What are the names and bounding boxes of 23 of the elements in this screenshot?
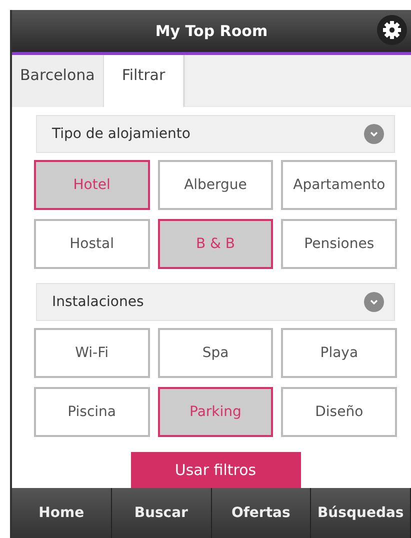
section-header[interactable]: Instalaciones	[36, 283, 395, 321]
chevron-down-icon	[364, 124, 384, 144]
filter-option[interactable]: Albergue	[158, 160, 274, 210]
section-title: Instalaciones	[52, 294, 144, 310]
filter-option[interactable]: Wi-Fi	[34, 328, 150, 378]
nav-item[interactable]: Buscar	[112, 488, 212, 538]
filter-option[interactable]: Spa	[158, 328, 274, 378]
filter-option[interactable]: Apartamento	[281, 160, 397, 210]
filter-option[interactable]: Piscina	[34, 387, 150, 437]
nav-item[interactable]: Ofertas	[212, 488, 312, 538]
chevron-down-icon	[364, 292, 384, 312]
nav-item[interactable]: Búsquedas	[311, 488, 411, 538]
section-header[interactable]: Tipo de alojamiento	[36, 115, 395, 153]
filter-option[interactable]: Hostal	[34, 219, 150, 269]
tab[interactable]: Filtrar	[102, 55, 186, 107]
nav-item[interactable]: Home	[12, 488, 112, 538]
apply-filters-button[interactable]: Usar filtros	[130, 452, 300, 488]
app-title: My Top Room	[155, 22, 268, 40]
settings-icon[interactable]	[377, 15, 407, 45]
filter-option[interactable]: Diseño	[281, 387, 397, 437]
filter-option[interactable]: Playa	[281, 328, 397, 378]
filter-option[interactable]: Pensiones	[281, 219, 397, 269]
section-title: Tipo de alojamiento	[52, 126, 190, 142]
